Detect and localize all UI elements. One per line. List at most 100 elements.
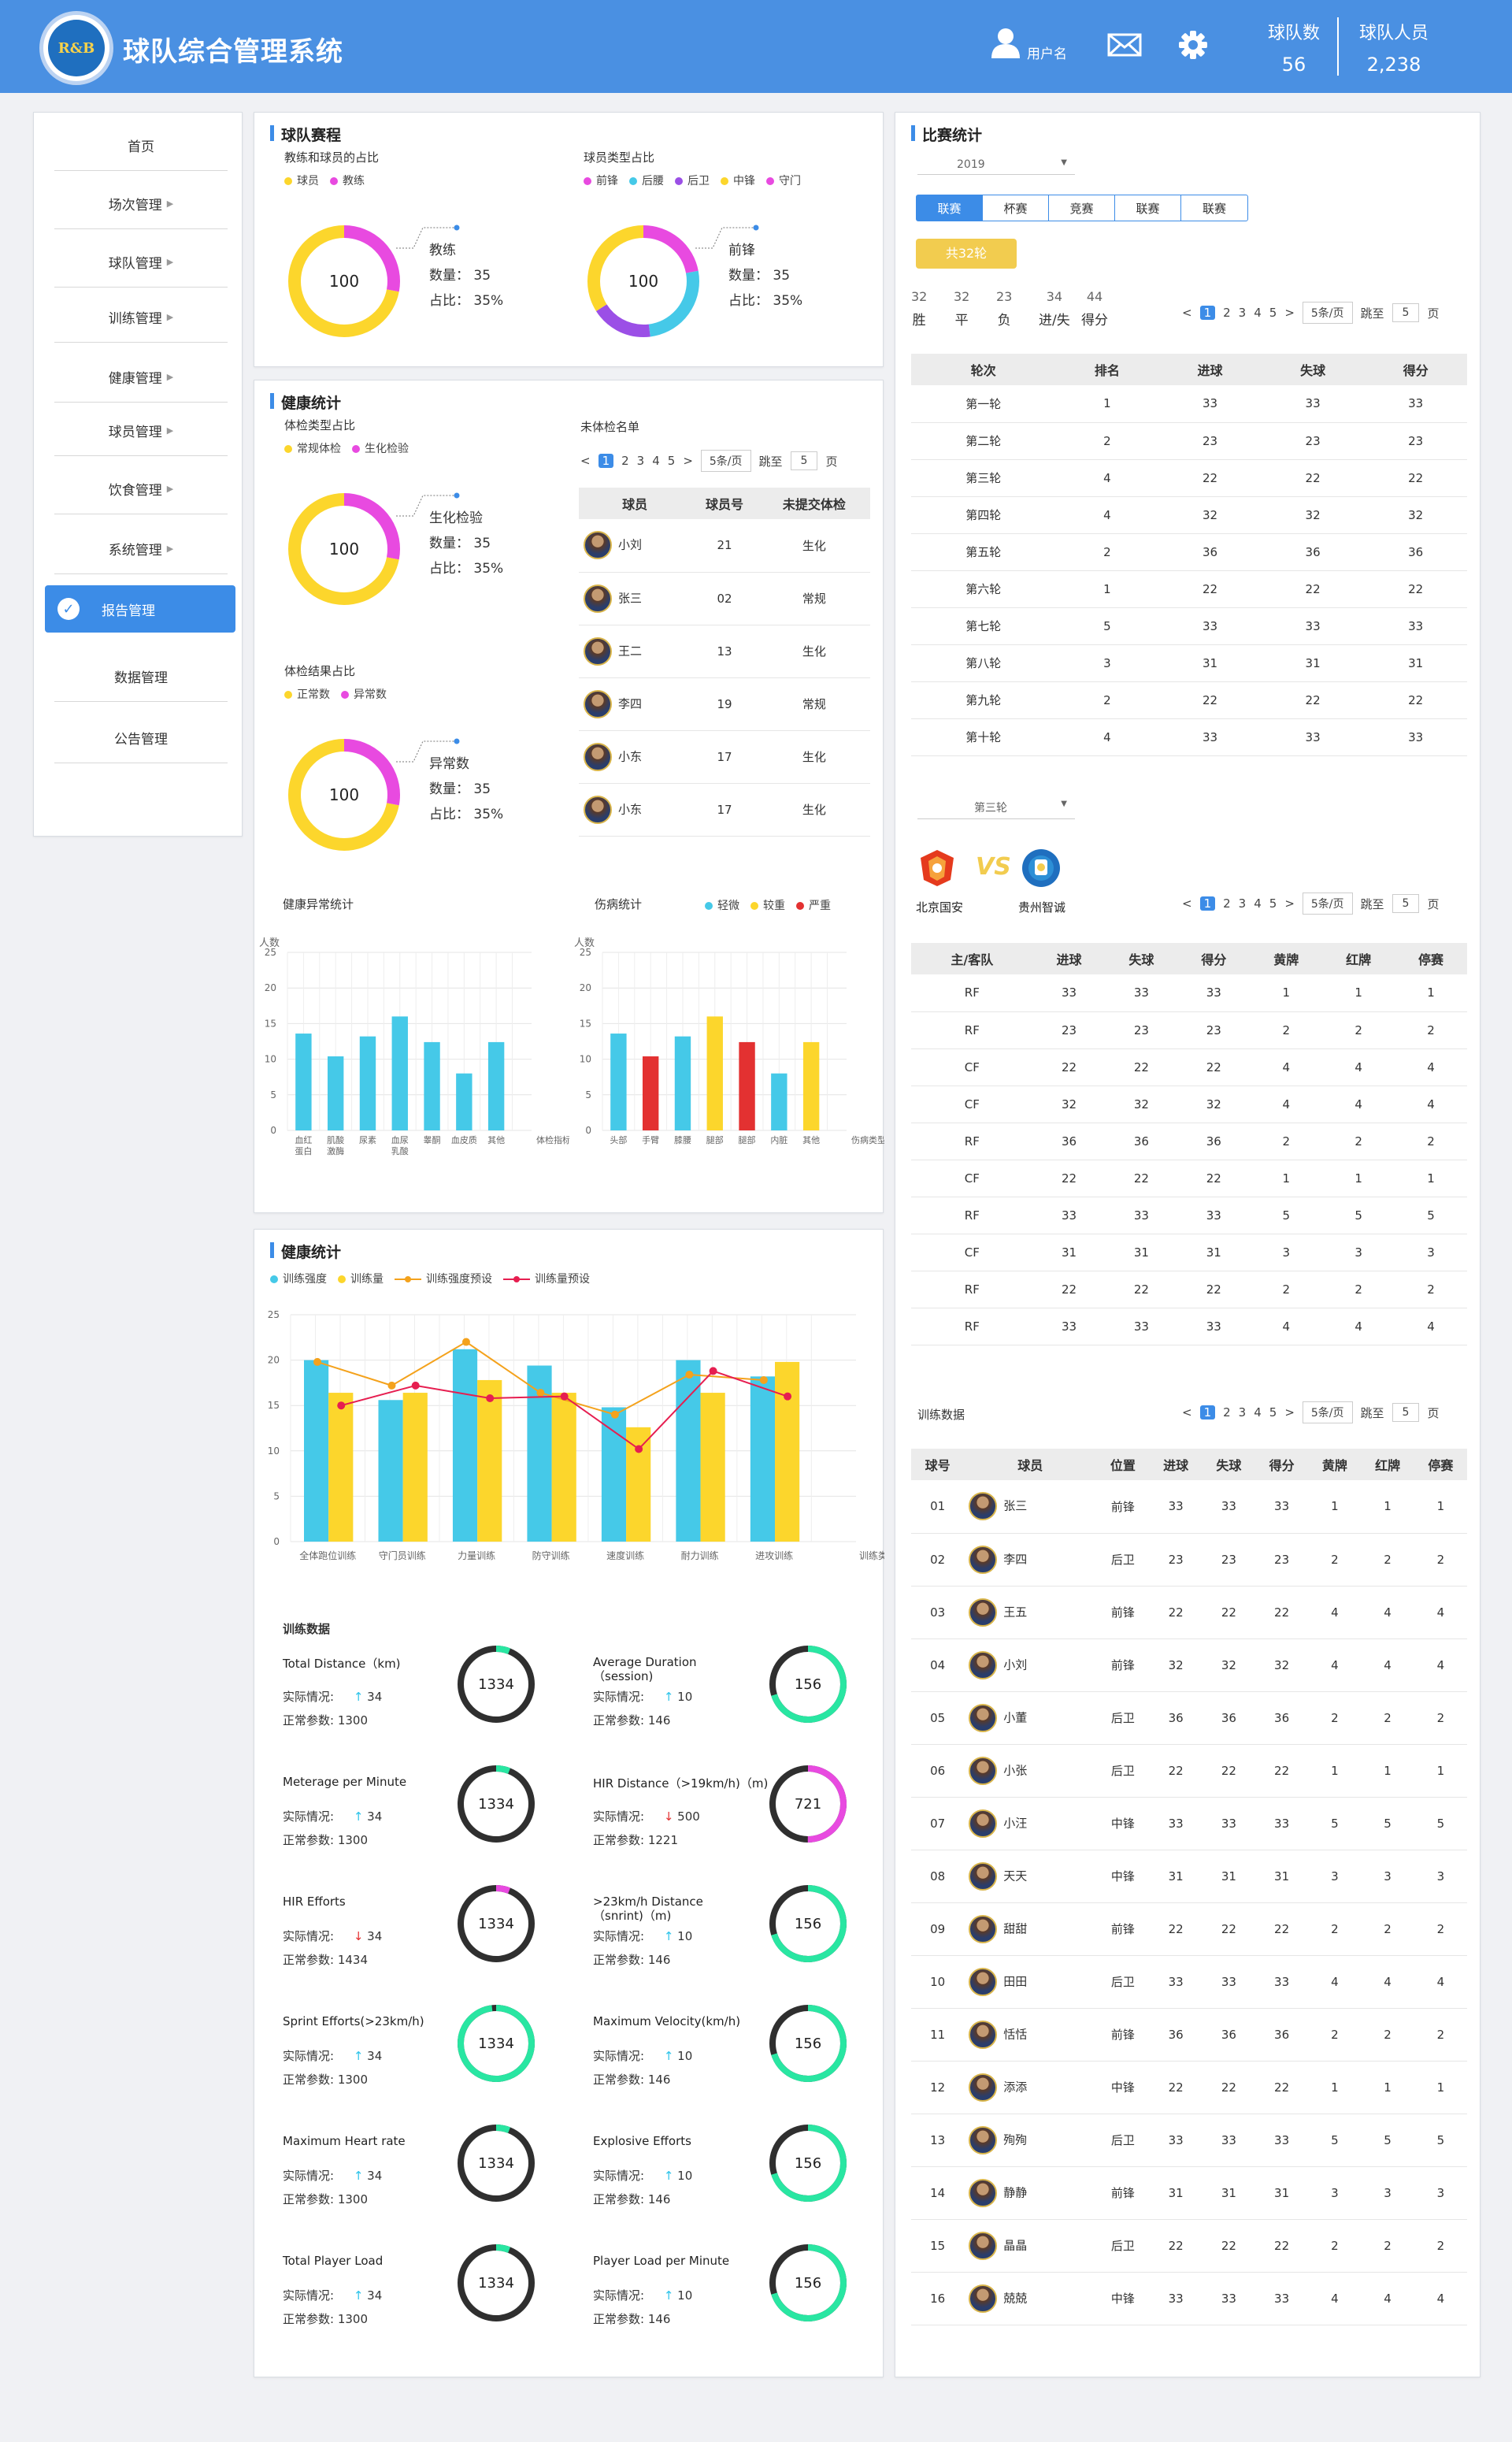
table-row[interactable]: CF 32 32 32 4 4 4 — [911, 1086, 1467, 1123]
table-row[interactable]: 第八轮 3 31 31 31 — [911, 644, 1467, 682]
table-row[interactable]: 第六轮 1 22 22 22 — [911, 570, 1467, 608]
page-1[interactable]: 1 — [1199, 896, 1216, 911]
pager-prev[interactable]: < — [1182, 1405, 1192, 1420]
sidebar-item-10[interactable]: 公告管理 — [54, 713, 228, 763]
page-4[interactable]: 4 — [1254, 896, 1262, 911]
table-row[interactable]: 07 小汪 中锋 33 33 33 5 5 5 — [911, 1797, 1467, 1850]
page-3[interactable]: 3 — [1239, 1405, 1247, 1420]
user-name[interactable]: 用户名 — [1027, 43, 1067, 62]
table-row[interactable]: 11 恬恬 前锋 36 36 36 2 2 2 — [911, 2008, 1467, 2062]
page-5[interactable]: 5 — [668, 454, 676, 468]
page-size-select[interactable]: 5条/页 — [700, 450, 751, 472]
pager-prev[interactable]: < — [1182, 896, 1192, 911]
pager-next[interactable]: > — [683, 454, 693, 468]
table-row[interactable]: 李四 19 常规 — [579, 677, 870, 731]
table-row[interactable]: 第四轮 4 32 32 32 — [911, 496, 1467, 534]
tab-1[interactable]: 杯赛 — [983, 195, 1049, 221]
table-row[interactable]: 小东 17 生化 — [579, 730, 870, 784]
table-row[interactable]: 10 田田 后卫 33 33 33 4 4 4 — [911, 1955, 1467, 2009]
table-row[interactable]: 15 晶晶 后卫 22 22 22 2 2 2 — [911, 2219, 1467, 2273]
pager-prev[interactable]: < — [1182, 306, 1192, 320]
sidebar-item-4[interactable]: 健康管理 ▶ — [54, 352, 228, 403]
sidebar-item-0[interactable]: 首页 — [54, 121, 228, 171]
pager-next[interactable]: > — [1284, 1405, 1295, 1420]
table-row[interactable]: 01 张三 前锋 33 33 33 1 1 1 — [911, 1480, 1467, 1534]
page-1[interactable]: 1 — [598, 454, 614, 468]
jump-input[interactable]: 5 — [790, 451, 818, 470]
table-row[interactable]: 张三 02 常规 — [579, 572, 870, 625]
page-2[interactable]: 2 — [1223, 1405, 1231, 1420]
tab-3[interactable]: 联赛 — [1115, 195, 1181, 221]
page-3[interactable]: 3 — [1239, 306, 1247, 320]
mail-icon[interactable] — [1107, 33, 1142, 57]
table-row[interactable]: 14 静静 前锋 31 31 31 3 3 3 — [911, 2166, 1467, 2220]
sidebar-item-1[interactable]: 场次管理 ▶ — [54, 179, 228, 229]
page-3[interactable]: 3 — [1239, 896, 1247, 911]
table-row[interactable]: CF 31 31 31 3 3 3 — [911, 1234, 1467, 1271]
page-3[interactable]: 3 — [637, 454, 645, 468]
tab-0[interactable]: 联赛 — [917, 195, 983, 221]
table-row[interactable]: RF 33 33 33 1 1 1 — [911, 974, 1467, 1012]
sidebar-item-9[interactable]: 数据管理 — [54, 651, 228, 702]
table-row[interactable]: RF 33 33 33 5 5 5 — [911, 1197, 1467, 1234]
table-row[interactable]: RF 23 23 23 2 2 2 — [911, 1011, 1467, 1049]
table-row[interactable]: 13 殉殉 后卫 33 33 33 5 5 5 — [911, 2114, 1467, 2167]
year-select[interactable]: 2019 ▼ — [917, 155, 1075, 175]
pager-prev[interactable]: < — [580, 454, 591, 468]
table-row[interactable]: 05 小董 后卫 36 36 36 2 2 2 — [911, 1691, 1467, 1745]
sidebar-item-8[interactable]: ✓ 报告管理 — [45, 585, 235, 633]
sidebar-item-3[interactable]: 训练管理 ▶ — [54, 292, 228, 343]
page-2[interactable]: 2 — [1223, 896, 1231, 911]
page-size-select[interactable]: 5条/页 — [1302, 893, 1353, 915]
page-2[interactable]: 2 — [621, 454, 629, 468]
user-icon[interactable] — [991, 27, 1021, 58]
table-row[interactable]: 03 王五 前锋 22 22 22 4 4 4 — [911, 1586, 1467, 1639]
pager-next[interactable]: > — [1284, 896, 1295, 911]
table-row[interactable]: 09 甜甜 前锋 22 22 22 2 2 2 — [911, 1902, 1467, 1956]
table-row[interactable]: 第五轮 2 36 36 36 — [911, 533, 1467, 571]
table-row[interactable]: CF 22 22 22 1 1 1 — [911, 1160, 1467, 1197]
pager-next[interactable]: > — [1284, 306, 1295, 320]
sidebar-item-7[interactable]: 系统管理 ▶ — [54, 524, 228, 574]
table-row[interactable]: RF 36 36 36 2 2 2 — [911, 1123, 1467, 1160]
page-5[interactable]: 5 — [1269, 896, 1277, 911]
table-row[interactable]: 第十轮 4 33 33 33 — [911, 718, 1467, 756]
jump-input[interactable]: 5 — [1392, 894, 1420, 913]
page-4[interactable]: 4 — [1254, 1405, 1262, 1420]
page-5[interactable]: 5 — [1269, 1405, 1277, 1420]
table-row[interactable]: 16 兢兢 中锋 33 33 33 4 4 4 — [911, 2272, 1467, 2325]
team-logo[interactable]: R&B — [39, 11, 113, 85]
settings-gear-icon[interactable] — [1178, 30, 1208, 60]
table-row[interactable]: 04 小刘 前锋 32 32 32 4 4 4 — [911, 1639, 1467, 1692]
table-row[interactable]: 第七轮 5 33 33 33 — [911, 607, 1467, 645]
jump-input[interactable]: 5 — [1392, 1403, 1420, 1422]
table-row[interactable]: CF 22 22 22 4 4 4 — [911, 1048, 1467, 1086]
tab-2[interactable]: 竞赛 — [1049, 195, 1115, 221]
table-row[interactable]: 12 添添 中锋 22 22 22 1 1 1 — [911, 2061, 1467, 2114]
page-size-select[interactable]: 5条/页 — [1302, 302, 1353, 324]
table-row[interactable]: RF 22 22 22 2 2 2 — [911, 1271, 1467, 1308]
table-row[interactable]: 06 小张 后卫 22 22 22 1 1 1 — [911, 1744, 1467, 1798]
page-5[interactable]: 5 — [1269, 306, 1277, 320]
sidebar-item-5[interactable]: 球员管理 ▶ — [54, 406, 228, 456]
page-2[interactable]: 2 — [1223, 306, 1231, 320]
jump-input[interactable]: 5 — [1392, 303, 1420, 322]
table-row[interactable]: RF 33 33 33 4 4 4 — [911, 1308, 1467, 1345]
page-1[interactable]: 1 — [1199, 1405, 1216, 1420]
round-select[interactable]: 第三轮 ▼ — [917, 796, 1075, 819]
table-row[interactable]: 小东 17 生化 — [579, 783, 870, 837]
page-4[interactable]: 4 — [1254, 306, 1262, 320]
sidebar-item-2[interactable]: 球队管理 ▶ — [54, 237, 228, 288]
page-1[interactable]: 1 — [1199, 306, 1216, 320]
page-size-select[interactable]: 5条/页 — [1302, 1401, 1353, 1423]
table-row[interactable]: 08 天天 中锋 31 31 31 3 3 3 — [911, 1850, 1467, 1903]
table-row[interactable]: 第二轮 2 23 23 23 — [911, 422, 1467, 460]
table-row[interactable]: 第三轮 4 22 22 22 — [911, 459, 1467, 497]
table-row[interactable]: 02 李四 后卫 23 23 23 2 2 2 — [911, 1533, 1467, 1587]
table-row[interactable]: 小刘 21 生化 — [579, 519, 870, 573]
table-row[interactable]: 第九轮 2 22 22 22 — [911, 681, 1467, 719]
page-4[interactable]: 4 — [652, 454, 660, 468]
table-row[interactable]: 第一轮 1 33 33 33 — [911, 385, 1467, 423]
table-row[interactable]: 王二 13 生化 — [579, 625, 870, 678]
sidebar-item-6[interactable]: 饮食管理 ▶ — [54, 464, 228, 514]
